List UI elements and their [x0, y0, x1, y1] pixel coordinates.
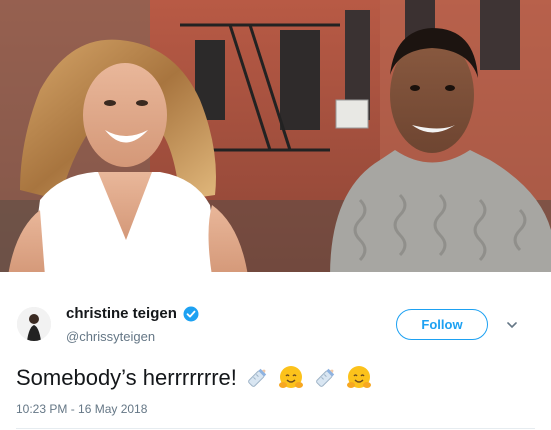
user-handle[interactable]: @chrissyteigen [66, 329, 155, 344]
author-name-row[interactable]: christine teigen [66, 305, 199, 322]
divider [16, 428, 535, 429]
display-name[interactable]: christine teigen [66, 305, 177, 322]
baby-bottle-icon [243, 364, 271, 392]
avatar-image [17, 307, 51, 341]
verified-badge-icon [183, 306, 199, 322]
tweet-text: Somebody’s herrrrrrre! [16, 365, 237, 390]
hugging-face-icon [345, 364, 373, 392]
tweet-text-row: Somebody’s herrrrrrre! [16, 364, 373, 392]
baby-bottle-icon [311, 364, 339, 392]
avatar[interactable] [17, 307, 51, 341]
hugging-face-icon [277, 364, 305, 392]
tweet-timestamp[interactable]: 10:23 PM - 16 May 2018 [16, 402, 147, 416]
photo-image [0, 0, 551, 276]
follow-button[interactable]: Follow [396, 309, 488, 340]
tweet-photo[interactable] [0, 0, 551, 276]
chevron-down-icon[interactable] [505, 318, 519, 332]
